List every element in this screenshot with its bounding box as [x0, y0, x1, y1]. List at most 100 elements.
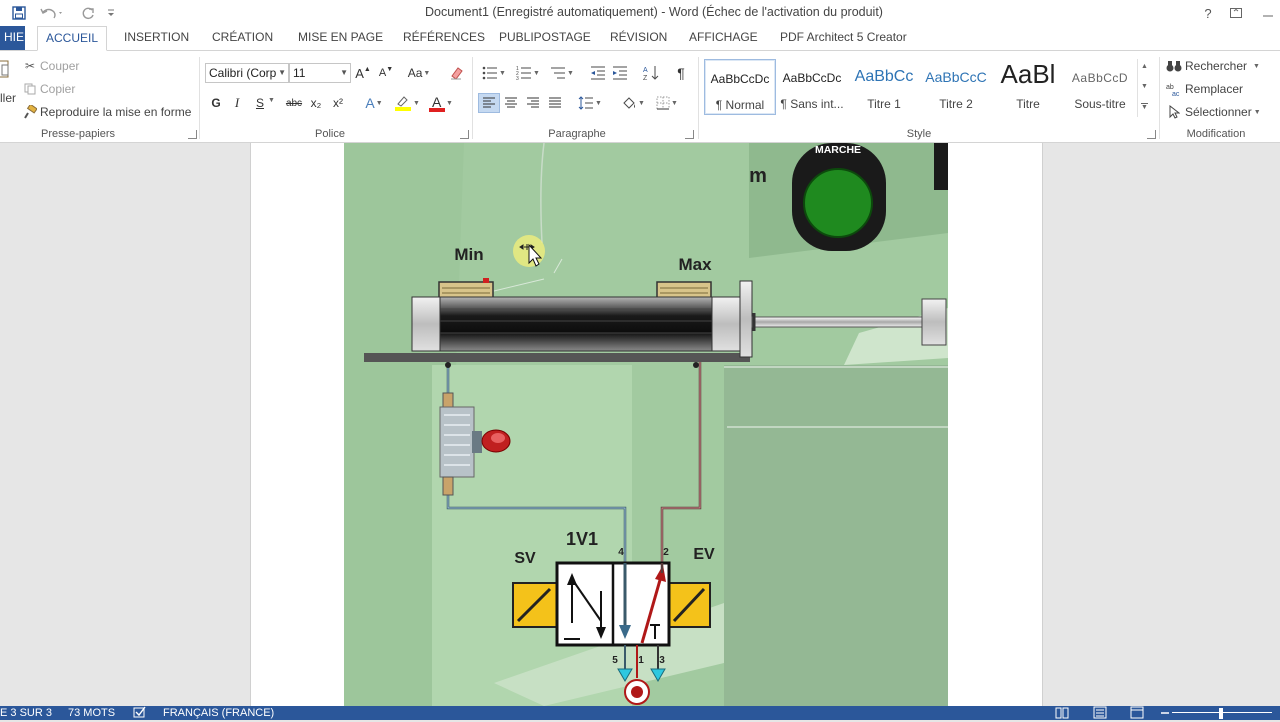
strikethrough-button[interactable]: abc — [283, 93, 305, 113]
group-divider — [199, 57, 200, 139]
title-bar: Document1 (Enregistré automatiquement) -… — [0, 0, 1280, 26]
font-name-combo[interactable]: Calibri (Corp ▼ — [205, 63, 289, 83]
language-indicator[interactable]: FRANÇAIS (FRANCE) — [163, 707, 274, 719]
ribbon-display-icon[interactable] — [1224, 3, 1248, 23]
svg-text:ac: ac — [1172, 91, 1180, 96]
style-heading-1[interactable]: AaBbCc Titre 1 — [848, 59, 920, 115]
font-launcher-icon[interactable] — [460, 130, 469, 139]
align-right-icon[interactable] — [522, 93, 544, 113]
shrink-font-button[interactable]: A ▼ — [375, 63, 397, 83]
bold-button[interactable]: G — [205, 93, 227, 113]
marche-lamp[interactable] — [803, 168, 873, 238]
ribbon-tabs: HIER ACCUEIL INSERTION CRÉATION MISE EN … — [0, 26, 1280, 51]
word-count[interactable]: 73 MOTS — [68, 707, 115, 719]
style-title[interactable]: AaBl Titre — [992, 59, 1064, 115]
numbering-button[interactable]: 1 2 3 ▼ — [512, 63, 544, 83]
flow-control-valve[interactable] — [439, 406, 475, 478]
tab-insert[interactable]: INSERTION — [122, 26, 191, 50]
font-size-combo[interactable]: 11 ▼ — [289, 63, 351, 83]
styles-gallery-scroll[interactable]: ▲ ▼ ▼ — [1137, 59, 1151, 117]
document-area[interactable]: MARCHE m Min Max SV 1V1 EV 4 2 5 1 3 — [0, 143, 1280, 706]
tab-mailings[interactable]: PUBLIPOSTAGE — [497, 26, 593, 50]
select-button[interactable]: Sélectionner ▼ — [1166, 104, 1261, 120]
italic-button[interactable]: I — [226, 93, 248, 113]
valve-fitting-bottom — [442, 476, 454, 496]
min-sensor[interactable] — [438, 281, 494, 299]
port-5-label: 5 — [612, 655, 618, 666]
text-effects-button[interactable]: A ▼ — [360, 93, 388, 113]
sort-icon[interactable]: AZ — [640, 63, 662, 83]
port-3-label: 3 — [659, 655, 665, 666]
font-name-value: Calibri (Corp — [209, 66, 277, 80]
font-color-button[interactable]: A ▼ — [425, 93, 457, 113]
grow-font-button[interactable]: A ▲ — [352, 63, 374, 83]
justify-icon[interactable] — [544, 93, 566, 113]
find-button[interactable]: Rechercher ▼ — [1166, 58, 1260, 74]
style-name: ¶ Normal — [715, 98, 765, 112]
multilevel-list-button[interactable]: ▼ — [546, 63, 578, 83]
editing-group-label: Modification — [1186, 128, 1246, 140]
style-normal[interactable]: AaBbCcDc ¶ Normal — [704, 59, 776, 115]
shading-button[interactable]: ▼ — [617, 93, 649, 113]
max-label: Max — [678, 255, 712, 274]
decrease-indent-icon[interactable] — [587, 63, 609, 83]
superscript-button[interactable]: x² — [327, 93, 349, 113]
paragraph-group-label: Paragraphe — [548, 128, 606, 140]
format-painter-button[interactable]: Reproduire la mise en forme — [22, 104, 191, 120]
paragraph-launcher-icon[interactable] — [685, 130, 694, 139]
minimize-icon[interactable] — [1256, 3, 1280, 23]
style-name: Titre 1 — [867, 97, 901, 111]
binoculars-icon — [1166, 58, 1182, 74]
paste-button[interactable]: ller — [0, 91, 16, 105]
tab-review[interactable]: RÉVISION — [608, 26, 669, 50]
align-center-icon[interactable] — [500, 93, 522, 113]
style-no-spacing[interactable]: AaBbCcDc ¶ Sans int... — [776, 59, 848, 115]
replace-button[interactable]: ab ac Remplacer — [1166, 81, 1243, 97]
clipboard-launcher-icon[interactable] — [188, 130, 197, 139]
styles-launcher-icon[interactable] — [1147, 130, 1156, 139]
change-case-button[interactable]: Aa ▼ — [404, 63, 434, 83]
chevron-down-icon: ▼ — [278, 68, 286, 77]
tab-design[interactable]: CRÉATION — [210, 26, 275, 50]
clear-formatting-icon[interactable] — [446, 63, 468, 83]
align-left-icon[interactable] — [478, 93, 500, 113]
cylinder-rear-cap — [411, 296, 441, 352]
style-sample: AaBl — [1000, 59, 1056, 89]
highlighter-icon — [395, 96, 412, 111]
rod-end — [921, 298, 947, 346]
style-heading-2[interactable]: AaBbCcC Titre 2 — [920, 59, 992, 115]
group-divider — [1159, 57, 1160, 139]
cut-button[interactable]: ✂ Couper — [22, 58, 79, 74]
style-subtitle[interactable]: AaBbCcD Sous-titre — [1064, 59, 1136, 115]
zoom-slider-thumb[interactable] — [1219, 708, 1223, 719]
pneumatic-diagram-image[interactable]: MARCHE m Min Max SV 1V1 EV 4 2 5 1 3 — [344, 143, 948, 706]
multilevel-list-icon — [551, 67, 566, 79]
scroll-up-icon[interactable]: ▲ — [1141, 63, 1148, 70]
clipboard-group-label: Presse-papiers — [41, 128, 115, 140]
numbering-icon: 123 — [516, 66, 532, 80]
underline-dropdown-icon[interactable]: ▼ — [268, 97, 275, 104]
tab-pdf-architect[interactable]: PDF Architect 5 Creator — [778, 26, 909, 50]
tab-layout[interactable]: MISE EN PAGE — [296, 26, 385, 50]
copy-button[interactable]: Copier — [22, 81, 75, 97]
scroll-down-icon[interactable]: ▼ — [1141, 83, 1148, 90]
highlight-button[interactable]: ▼ — [391, 93, 423, 113]
help-button[interactable]: ? — [1196, 3, 1220, 23]
show-marks-button[interactable]: ¶ — [670, 63, 692, 83]
max-sensor[interactable] — [656, 281, 712, 299]
more-styles-icon[interactable]: ▼ — [1141, 103, 1148, 111]
paste-icon[interactable] — [0, 59, 10, 79]
tab-home[interactable]: ACCUEIL — [37, 26, 108, 51]
change-case-icon: Aa — [407, 66, 423, 80]
page-count[interactable]: E 3 SUR 3 — [0, 707, 52, 719]
subscript-button[interactable]: x₂ — [305, 93, 327, 113]
port-2-label: 2 — [663, 547, 669, 558]
increase-indent-icon[interactable] — [609, 63, 631, 83]
borders-button[interactable]: ▼ — [651, 93, 683, 113]
valve-neck — [472, 431, 482, 453]
line-spacing-button[interactable]: ▼ — [574, 93, 606, 113]
tab-file[interactable]: HIER — [0, 26, 25, 50]
tab-references[interactable]: RÉFÉRENCES — [401, 26, 487, 50]
bullets-button[interactable]: ▼ — [478, 63, 510, 83]
tab-view[interactable]: AFFICHAGE — [687, 26, 760, 50]
